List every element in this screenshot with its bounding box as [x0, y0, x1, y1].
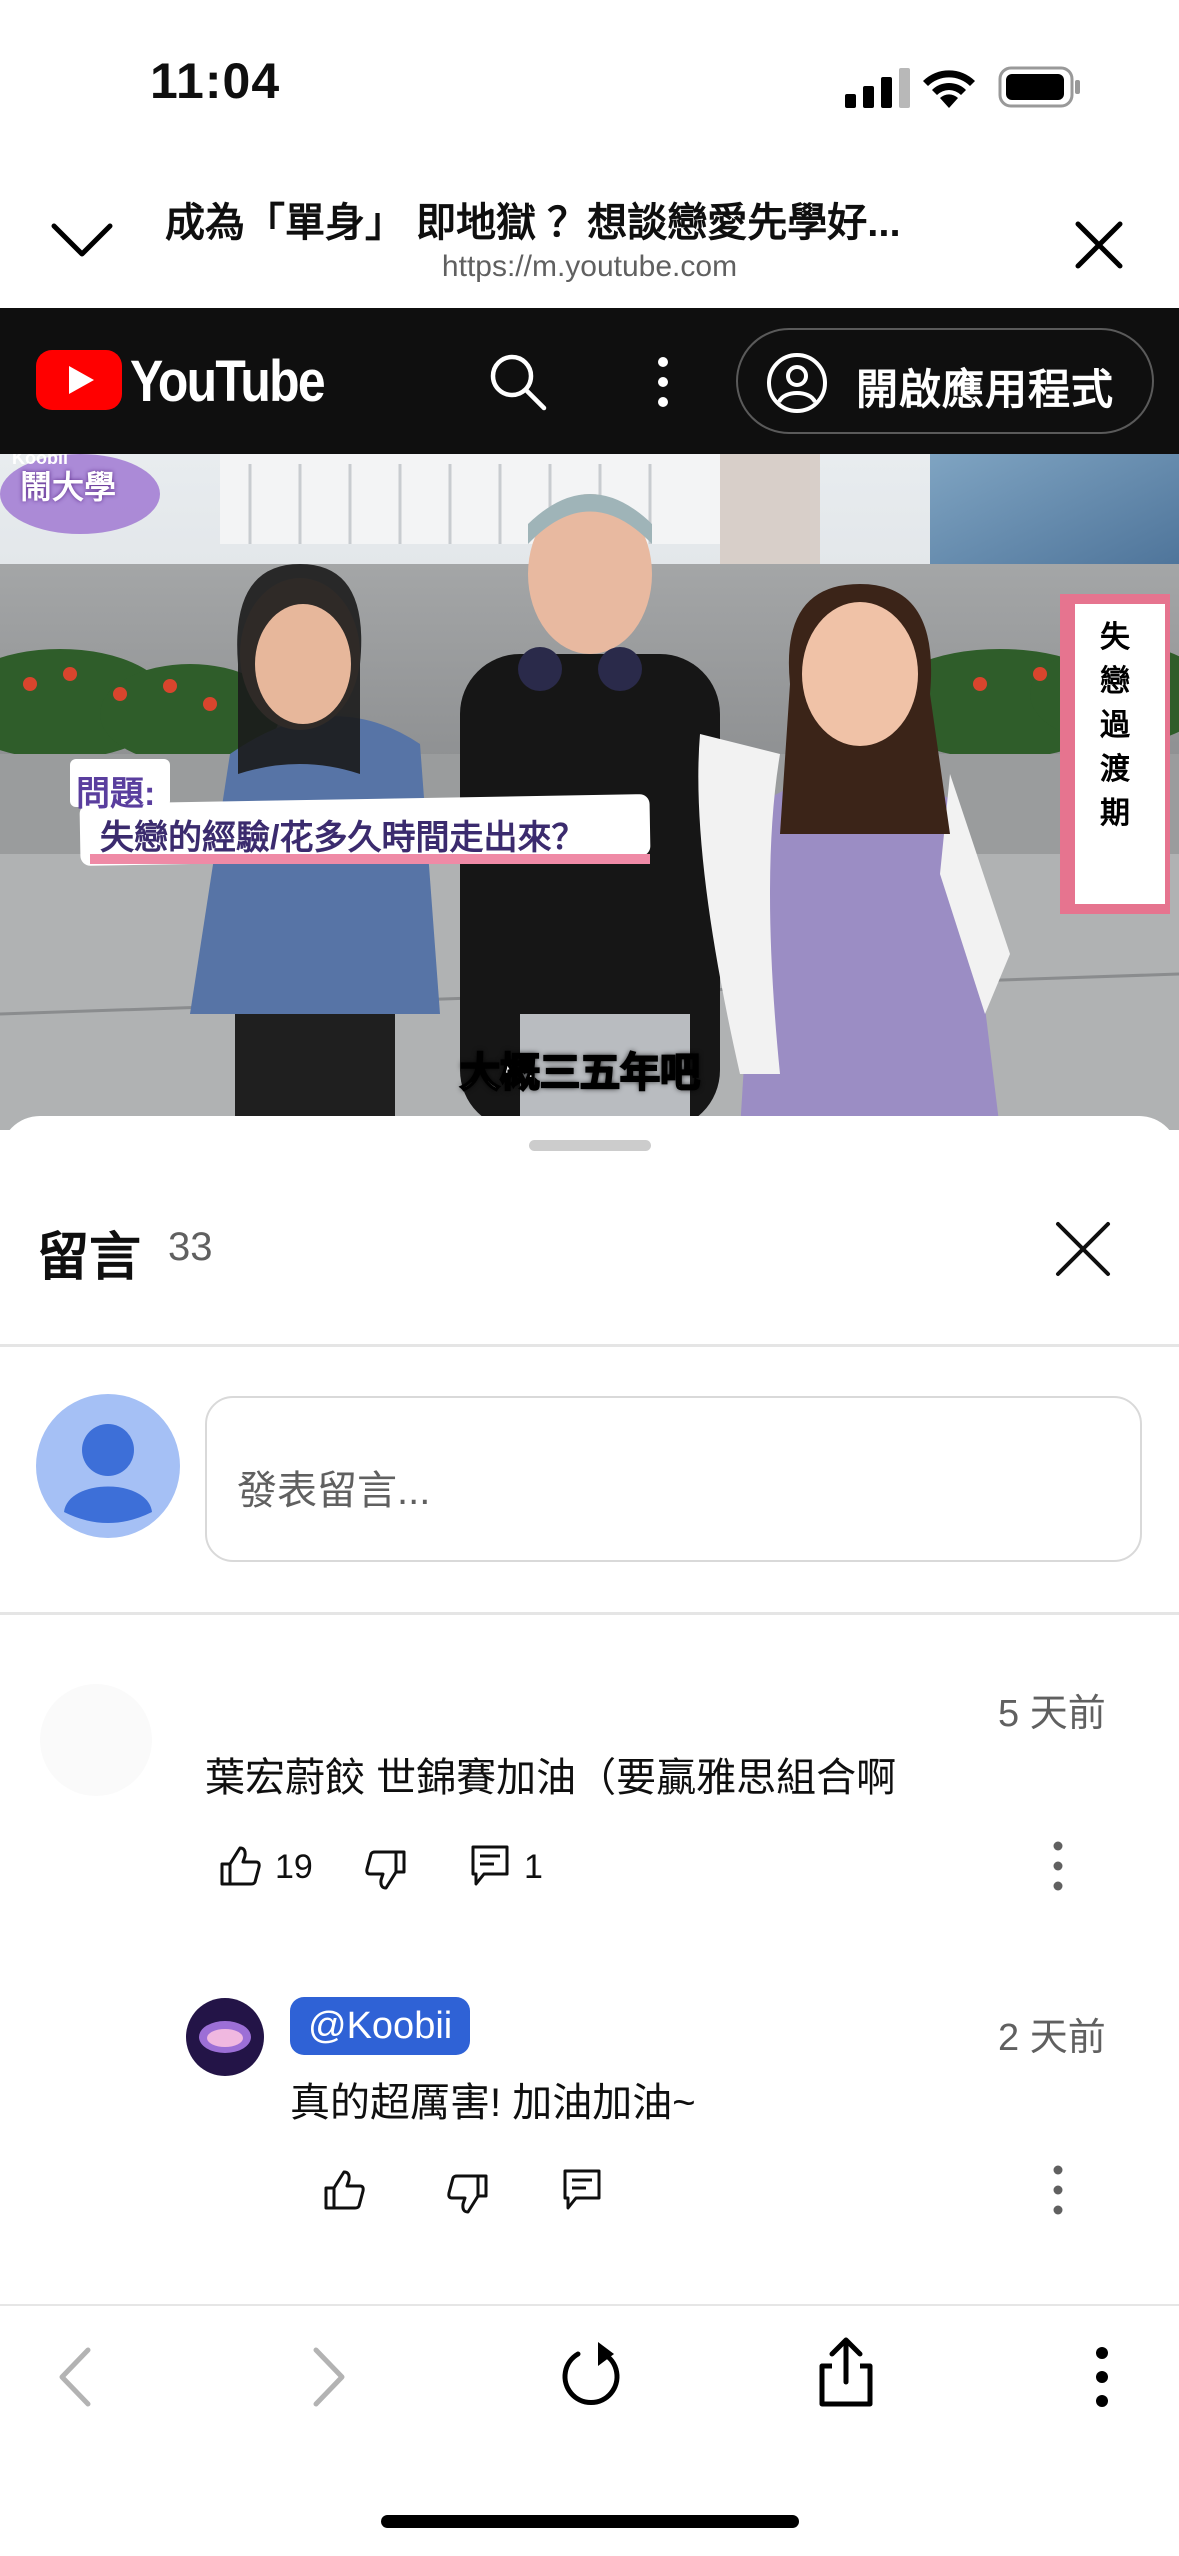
browser-more-icon[interactable]	[1092, 2346, 1112, 2408]
close-icon[interactable]	[1074, 220, 1124, 270]
dislike-icon[interactable]	[364, 1848, 408, 1892]
comment-more-icon[interactable]	[1048, 1840, 1068, 1892]
open-app-button[interactable]: 開啟應用程式	[736, 328, 1154, 434]
divider	[0, 1344, 1179, 1347]
comment-text: 葉宏蔚餃 世錦賽加油（要贏雅思組合啊	[205, 1756, 897, 1800]
comments-title: 留言	[37, 1229, 142, 1287]
reload-icon[interactable]	[558, 2340, 624, 2410]
reply-dislike-icon[interactable]	[446, 2172, 490, 2216]
comment-time: 5 天前	[998, 1693, 1106, 1735]
video-subtitle: 大概三五年吧	[459, 1050, 701, 1096]
reply-icon[interactable]	[470, 1844, 510, 1888]
video-logo-brand: Koobii	[12, 454, 68, 468]
question-text: 失戀的經驗/花多久時間走出來？	[100, 819, 586, 857]
reply-reply-icon[interactable]	[562, 2168, 602, 2212]
account-circle-icon	[767, 353, 827, 413]
home-indicator[interactable]	[381, 2515, 799, 2528]
wifi-icon	[923, 70, 975, 108]
reply-author-mention[interactable]: @Koobii	[290, 1997, 471, 2055]
comment-input-placeholder: 發表留言...	[237, 1469, 431, 1513]
video-frame	[0, 454, 1179, 1130]
video-player[interactable]: 鬧大學 Koobii 問題: 失戀的經驗/花多久時間走出來？ 大概三五年吧 失戀…	[0, 454, 1179, 1130]
battery-icon	[998, 66, 1080, 108]
status-time: 11:04	[150, 53, 281, 109]
youtube-logo-icon[interactable]	[36, 350, 122, 410]
forward-icon[interactable]	[312, 2346, 348, 2408]
reply-time: 2 天前	[998, 2017, 1106, 2059]
more-vert-icon[interactable]	[650, 354, 676, 410]
question-label: 問題:	[76, 775, 156, 813]
reply-text: 真的超厲害! 加油加油~	[290, 2081, 696, 2125]
search-icon[interactable]	[488, 352, 548, 412]
side-banner: 失戀過渡期	[1100, 621, 1130, 830]
share-icon[interactable]	[816, 2336, 876, 2408]
reply-more-icon[interactable]	[1048, 2164, 1068, 2216]
comments-count: 33	[168, 1225, 213, 1269]
cellular-signal-icon	[845, 68, 910, 108]
close-comments-icon[interactable]	[1054, 1220, 1112, 1278]
drag-handle[interactable]	[529, 1140, 651, 1151]
reply-like-icon[interactable]	[322, 2168, 366, 2212]
youtube-wordmark[interactable]: YouTube	[130, 348, 326, 415]
back-icon[interactable]	[56, 2346, 92, 2408]
page-title: 成為「單身」 即地獄 ？想談戀愛先學好...	[165, 201, 901, 245]
reply-count: 1	[524, 1848, 543, 1886]
page-url: https://m.youtube.com	[441, 250, 738, 283]
like-count: 19	[275, 1848, 313, 1886]
like-icon[interactable]	[218, 1844, 262, 1888]
reply-avatar[interactable]	[186, 1998, 264, 2076]
open-app-label: 開啟應用程式	[856, 366, 1115, 413]
divider	[0, 1612, 1179, 1615]
comment-input[interactable]: 發表留言...	[205, 1396, 1142, 1562]
avatar	[36, 1394, 180, 1538]
commenter-avatar[interactable]	[36, 1680, 156, 1800]
